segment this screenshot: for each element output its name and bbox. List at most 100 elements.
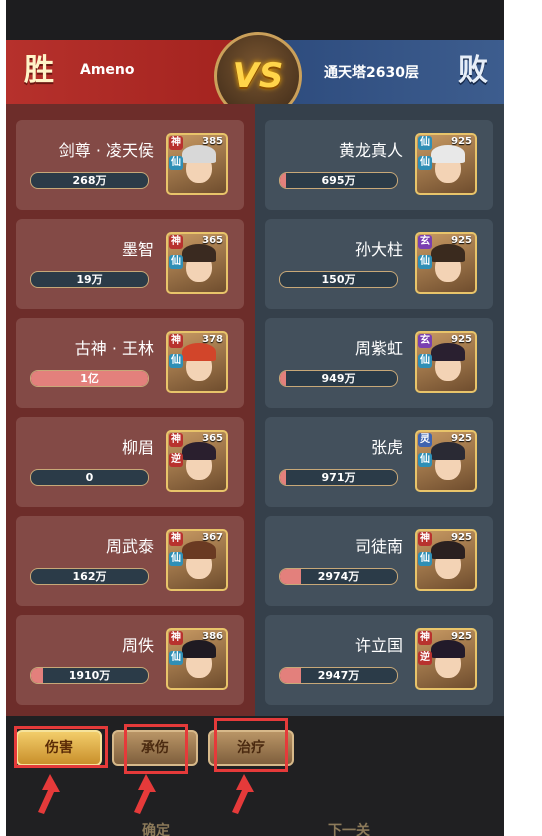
hero-portrait: 378 神仙 <box>166 331 228 393</box>
hero-name: 司徒南 <box>354 537 403 556</box>
right-player-name: 通天塔2630层 <box>324 65 419 81</box>
arrow-icon <box>232 774 254 814</box>
battle-header: 胜 Ameno 通天塔2630层 败 VS <box>6 32 504 120</box>
hero-name: 张虎 <box>370 438 403 457</box>
hero-tag-badge: 神 <box>169 532 183 546</box>
hero-card[interactable]: 黄龙真人 695万 925 仙仙 <box>265 120 493 210</box>
stat-value: 268万 <box>72 174 107 187</box>
hero-tag-badge: 仙 <box>169 255 183 269</box>
stat-value: 0 <box>85 471 94 484</box>
hero-hair-icon <box>431 442 465 460</box>
hero-card[interactable]: 周紫虹 949万 925 玄仙 <box>265 318 493 408</box>
hero-level: 385 <box>202 136 223 147</box>
left-team-panel: 剑尊 · 凌天侯 268万 385 神仙墨智 19万 365 神仙古神 · 王林 1亿 378 神… <box>6 104 255 716</box>
hero-level: 925 <box>451 433 472 444</box>
hero-tag-badge: 逆 <box>169 453 183 467</box>
hero-tag-badge: 灵 <box>418 433 432 447</box>
arrow-icon <box>38 774 60 814</box>
next-stage-button[interactable]: 下一关 <box>328 820 370 836</box>
highlight-box-damage-taken <box>124 724 188 774</box>
stat-value: 971万 <box>321 471 356 484</box>
stat-bar: 2974万 <box>279 568 398 585</box>
hero-level: 925 <box>451 235 472 246</box>
stat-bar: 19万 <box>30 271 149 288</box>
hero-card[interactable]: 周武泰 162万 367 神仙 <box>16 516 244 606</box>
stat-value: 2974万 <box>317 570 360 583</box>
stat-value: 1亿 <box>80 372 99 385</box>
hero-portrait: 925 仙仙 <box>415 133 477 195</box>
hero-hair-icon <box>431 244 465 262</box>
hero-tag-badge: 仙 <box>418 552 432 566</box>
hero-level: 925 <box>451 334 472 345</box>
hero-tag-badge: 仙 <box>169 156 183 170</box>
hero-card[interactable]: 柳眉 0 365 神逆 <box>16 417 244 507</box>
hero-portrait: 385 神仙 <box>166 133 228 195</box>
highlight-box-damage <box>14 726 108 768</box>
right-team-panel: 黄龙真人 695万 925 仙仙孙大柱 150万 925 玄仙周紫虹 949万 925 玄仙张虎 9… <box>255 104 504 716</box>
stat-bar: 268万 <box>30 172 149 189</box>
stat-bar: 971万 <box>279 469 398 486</box>
hero-portrait: 925 玄仙 <box>415 232 477 294</box>
stat-bar: 1亿 <box>30 370 149 387</box>
hero-portrait: 367 神仙 <box>166 529 228 591</box>
hero-name: 许立国 <box>354 636 403 655</box>
hero-name: 古神 · 王林 <box>74 339 154 358</box>
stat-value: 19万 <box>76 273 103 286</box>
hero-card[interactable]: 许立国 2947万 925 神逆 <box>265 615 493 705</box>
hero-hair-icon <box>182 640 216 658</box>
hero-tag-badge: 神 <box>169 433 183 447</box>
hero-hair-icon <box>431 541 465 559</box>
hero-tag-badge: 仙 <box>169 552 183 566</box>
hero-card[interactable]: 古神 · 王林 1亿 378 神仙 <box>16 318 244 408</box>
hero-hair-icon <box>182 145 216 163</box>
hero-tag-badge: 神 <box>169 136 183 150</box>
hero-hair-icon <box>431 640 465 658</box>
hero-name: 柳眉 <box>121 438 154 457</box>
hero-level: 925 <box>451 532 472 543</box>
hero-level: 378 <box>202 334 223 345</box>
stat-bar: 150万 <box>279 271 398 288</box>
hero-portrait: 365 神逆 <box>166 430 228 492</box>
stat-bar: 1910万 <box>30 667 149 684</box>
hero-tag-badge: 神 <box>418 631 432 645</box>
hero-card[interactable]: 张虎 971万 925 灵仙 <box>265 417 493 507</box>
hero-tag-badge: 仙 <box>418 453 432 467</box>
hero-tag-badge: 神 <box>418 532 432 546</box>
stat-bar: 949万 <box>279 370 398 387</box>
hero-card[interactable]: 司徒南 2974万 925 神仙 <box>265 516 493 606</box>
hero-level: 386 <box>202 631 223 642</box>
hero-tag-badge: 仙 <box>418 156 432 170</box>
hero-tag-badge: 仙 <box>418 136 432 150</box>
hero-name: 墨智 <box>121 240 154 259</box>
battle-stats-screen: 胜 Ameno 通天塔2630层 败 VS 剑尊 · 凌天侯 268万 385 神仙墨… <box>6 0 504 836</box>
hero-level: 367 <box>202 532 223 543</box>
hero-tag-badge: 仙 <box>418 255 432 269</box>
hero-portrait: 925 神逆 <box>415 628 477 690</box>
hero-tag-badge: 玄 <box>418 334 432 348</box>
stat-value: 150万 <box>321 273 356 286</box>
stat-value: 2947万 <box>317 669 360 682</box>
hero-card[interactable]: 墨智 19万 365 神仙 <box>16 219 244 309</box>
hero-level: 925 <box>451 136 472 147</box>
hero-portrait: 925 灵仙 <box>415 430 477 492</box>
hero-tag-badge: 玄 <box>418 235 432 249</box>
hero-hair-icon <box>182 244 216 262</box>
hero-tag-badge: 仙 <box>169 651 183 665</box>
win-label: 胜 <box>24 53 54 88</box>
hero-card[interactable]: 周佚 1910万 386 神仙 <box>16 615 244 705</box>
hero-name: 周佚 <box>121 636 154 655</box>
stat-bar: 2947万 <box>279 667 398 684</box>
hero-level: 365 <box>202 235 223 246</box>
hero-hair-icon <box>431 343 465 361</box>
stat-value: 949万 <box>321 372 356 385</box>
hero-card[interactable]: 孙大柱 150万 925 玄仙 <box>265 219 493 309</box>
hero-name: 黄龙真人 <box>338 141 403 160</box>
hero-card[interactable]: 剑尊 · 凌天侯 268万 385 神仙 <box>16 120 244 210</box>
hero-portrait: 925 神仙 <box>415 529 477 591</box>
hero-name: 周武泰 <box>105 537 154 556</box>
hero-tag-badge: 神 <box>169 334 183 348</box>
arrow-icon <box>134 774 156 814</box>
confirm-button[interactable]: 确定 <box>142 820 170 836</box>
hero-portrait: 386 神仙 <box>166 628 228 690</box>
hero-level: 365 <box>202 433 223 444</box>
